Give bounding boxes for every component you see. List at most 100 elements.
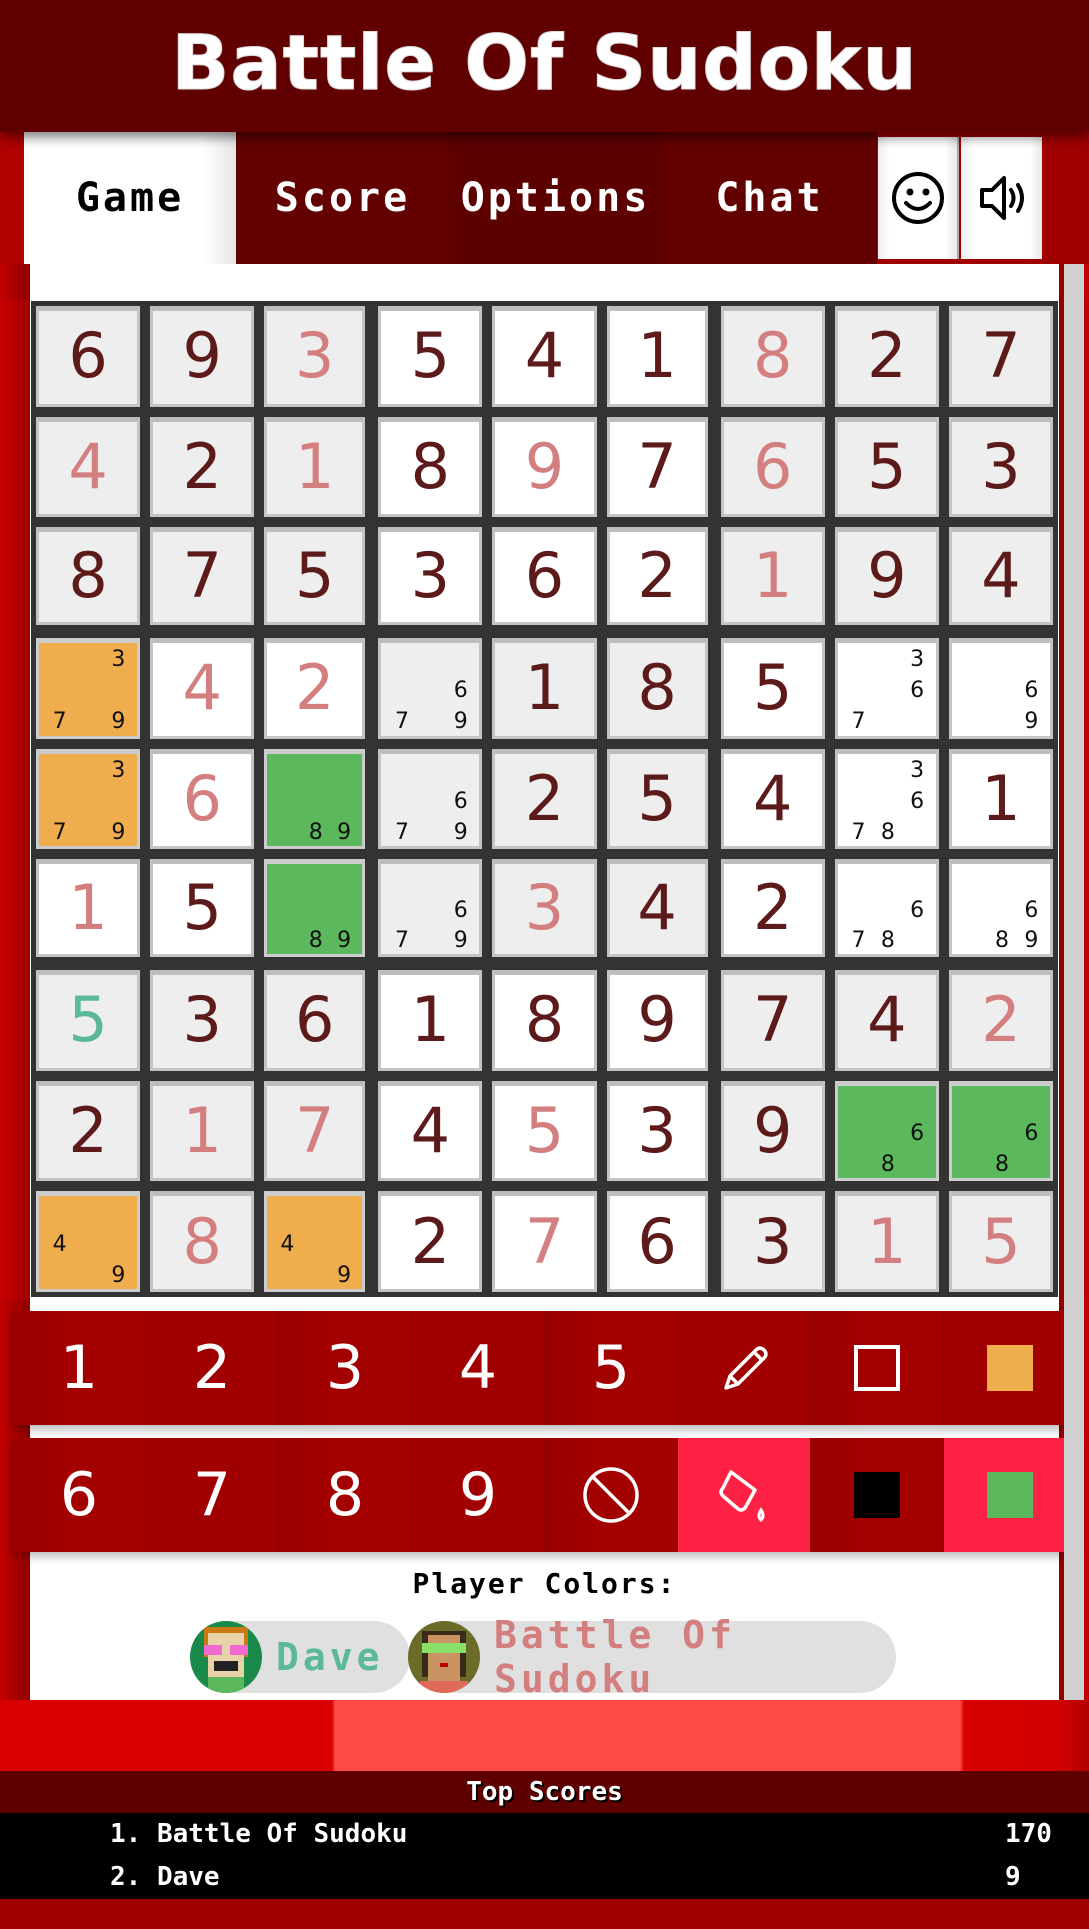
black-swatch-button[interactable] bbox=[810, 1438, 943, 1552]
board-cell[interactable]: 2 bbox=[373, 1186, 488, 1297]
green-swatch-button[interactable] bbox=[943, 1438, 1076, 1552]
board-cell[interactable]: 8 bbox=[487, 964, 602, 1076]
board-cell[interactable]: 4 bbox=[943, 522, 1058, 633]
board-cell[interactable]: 6 7 9 bbox=[373, 632, 488, 744]
board-cell[interactable]: 1 bbox=[31, 854, 146, 965]
digit-button-1[interactable]: 1 bbox=[12, 1311, 145, 1425]
board-cell[interactable]: 5 bbox=[715, 632, 830, 744]
board-cell[interactable]: 8 bbox=[145, 1186, 260, 1297]
board-cell[interactable]: 1 bbox=[487, 632, 602, 744]
board-cell[interactable]: 7 bbox=[715, 964, 830, 1076]
board-cell[interactable]: 2 bbox=[487, 743, 602, 855]
orange-swatch-button[interactable] bbox=[943, 1311, 1076, 1425]
digit-button-5[interactable]: 5 bbox=[544, 1311, 677, 1425]
board-cell[interactable]: 6 bbox=[487, 522, 602, 633]
board-cell[interactable]: 3 bbox=[373, 522, 488, 633]
board-cell[interactable]: 3 6 78 bbox=[829, 743, 944, 855]
digit-button-9[interactable]: 9 bbox=[411, 1438, 544, 1552]
board-cell[interactable]: 1 bbox=[601, 301, 716, 412]
empty-square-button[interactable] bbox=[810, 1311, 943, 1425]
board-cell[interactable]: 3 bbox=[145, 964, 260, 1076]
tab-game[interactable]: Game bbox=[24, 132, 236, 264]
board-cell[interactable]: 5 bbox=[487, 1075, 602, 1187]
pencil-button[interactable] bbox=[677, 1311, 810, 1425]
board-cell[interactable]: 2 bbox=[145, 411, 260, 523]
board-cell[interactable]: 2 bbox=[943, 964, 1058, 1076]
board-cell[interactable]: 3 bbox=[715, 1186, 830, 1297]
board-cell[interactable]: 1 bbox=[715, 522, 830, 633]
board-cell[interactable]: 4 bbox=[373, 1075, 488, 1187]
board-cell[interactable]: 49 bbox=[259, 1186, 374, 1297]
board-cell[interactable]: 89 bbox=[259, 854, 374, 965]
board-cell[interactable]: 5 bbox=[259, 522, 374, 633]
board-cell[interactable]: 2 bbox=[31, 1075, 146, 1187]
board-cell[interactable]: 8 bbox=[601, 632, 716, 744]
board-cell[interactable]: 9 bbox=[829, 522, 944, 633]
board-cell[interactable]: 4 bbox=[829, 964, 944, 1076]
board-cell[interactable]: 8 bbox=[715, 301, 830, 412]
board-cell[interactable]: 4 bbox=[31, 411, 146, 523]
board-cell[interactable]: 2 bbox=[715, 854, 830, 965]
digit-button-7[interactable]: 7 bbox=[145, 1438, 278, 1552]
board-cell[interactable]: 6 bbox=[601, 1186, 716, 1297]
board-cell[interactable]: 3 bbox=[487, 854, 602, 965]
board-cell[interactable]: 5 bbox=[373, 301, 488, 412]
board-cell[interactable]: 3 7 9 bbox=[31, 632, 146, 744]
sound-button[interactable] bbox=[961, 137, 1042, 259]
board-cell[interactable]: 6 78 bbox=[829, 854, 944, 965]
board-cell[interactable]: 8 bbox=[31, 522, 146, 633]
board-cell[interactable]: 3 6 7 bbox=[829, 632, 944, 744]
board-cell[interactable]: 9 bbox=[601, 964, 716, 1076]
board-cell[interactable]: 7 bbox=[259, 1075, 374, 1187]
board-cell[interactable]: 1 bbox=[145, 1075, 260, 1187]
board-cell[interactable]: 2 bbox=[829, 301, 944, 412]
board-cell[interactable]: 9 bbox=[715, 1075, 830, 1187]
board-cell[interactable]: 4 bbox=[145, 632, 260, 744]
board-cell[interactable]: 7 bbox=[487, 1186, 602, 1297]
board-cell[interactable]: 5 bbox=[145, 854, 260, 965]
board-cell[interactable]: 1 bbox=[373, 964, 488, 1076]
board-cell[interactable]: 5 bbox=[829, 411, 944, 523]
board-cell[interactable]: 1 bbox=[829, 1186, 944, 1297]
board-cell[interactable]: 7 bbox=[601, 411, 716, 523]
board-cell[interactable]: 6 bbox=[715, 411, 830, 523]
digit-button-8[interactable]: 8 bbox=[278, 1438, 411, 1552]
board-cell[interactable]: 4 bbox=[715, 743, 830, 855]
board-cell[interactable]: 9 bbox=[487, 411, 602, 523]
scrollbar[interactable] bbox=[1064, 264, 1084, 1700]
board-cell[interactable]: 2 bbox=[601, 522, 716, 633]
board-cell[interactable]: 68 bbox=[829, 1075, 944, 1187]
board-cell[interactable]: 5 bbox=[943, 1186, 1058, 1297]
board-cell[interactable]: 8 bbox=[373, 411, 488, 523]
board-cell[interactable]: 9 bbox=[145, 301, 260, 412]
board-cell[interactable]: 4 bbox=[487, 301, 602, 412]
board-cell[interactable]: 689 bbox=[943, 854, 1058, 965]
digit-button-2[interactable]: 2 bbox=[145, 1311, 278, 1425]
board-cell[interactable]: 6 bbox=[259, 964, 374, 1076]
board-cell[interactable]: 5 bbox=[31, 964, 146, 1076]
board-cell[interactable]: 49 bbox=[31, 1186, 146, 1297]
emoji-button[interactable] bbox=[878, 137, 959, 259]
board-cell[interactable]: 2 bbox=[259, 632, 374, 744]
board-cell[interactable]: 3 bbox=[601, 1075, 716, 1187]
board-cell[interactable]: 3 bbox=[943, 411, 1058, 523]
board-cell[interactable]: 6 7 9 bbox=[373, 854, 488, 965]
board-cell[interactable]: 4 bbox=[601, 854, 716, 965]
tab-chat[interactable]: Chat bbox=[662, 132, 877, 264]
digit-button-3[interactable]: 3 bbox=[278, 1311, 411, 1425]
digit-button-4[interactable]: 4 bbox=[411, 1311, 544, 1425]
board-cell[interactable]: 7 bbox=[943, 301, 1058, 412]
board-cell[interactable]: 89 bbox=[259, 743, 374, 855]
board-cell[interactable]: 5 bbox=[601, 743, 716, 855]
tab-score[interactable]: Score bbox=[236, 132, 449, 264]
board-cell[interactable]: 6 bbox=[31, 301, 146, 412]
board-cell[interactable]: 1 bbox=[259, 411, 374, 523]
board-cell[interactable]: 69 bbox=[943, 632, 1058, 744]
digit-button-6[interactable]: 6 bbox=[12, 1438, 145, 1552]
board-cell[interactable]: 1 bbox=[943, 743, 1058, 855]
board-cell[interactable]: 6 7 9 bbox=[373, 743, 488, 855]
board-cell[interactable]: 68 bbox=[943, 1075, 1058, 1187]
tab-options[interactable]: Options bbox=[449, 132, 662, 264]
paint-bucket-button[interactable] bbox=[677, 1438, 810, 1552]
board-cell[interactable]: 3 bbox=[259, 301, 374, 412]
